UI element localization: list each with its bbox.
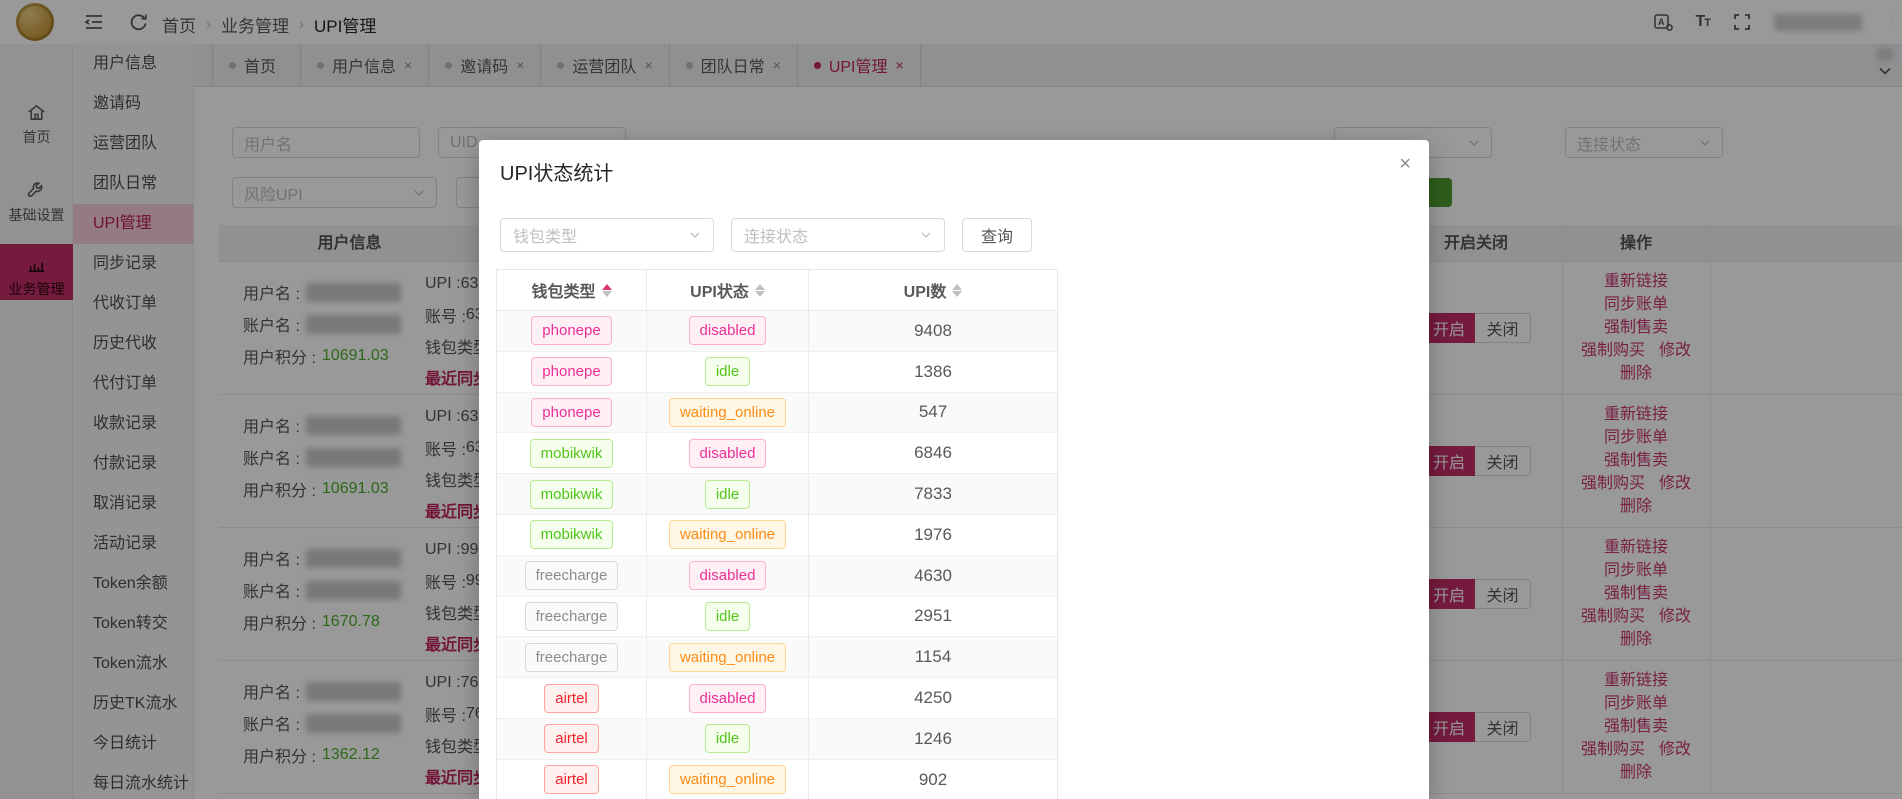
connection-status-placeholder: 连接状态	[744, 223, 808, 247]
stats-table-row: airtel idle 1246	[497, 719, 1057, 760]
wallet-badge: freecharge	[525, 602, 619, 631]
wallet-type-select[interactable]: 钱包类型	[500, 218, 714, 252]
status-badge: waiting_online	[669, 765, 786, 794]
app-root: 首页 › 业务管理 › UPI管理 A TT ⋮	[0, 0, 1902, 799]
header-upi-status[interactable]: UPI状态	[646, 270, 808, 310]
wallet-badge: mobikwik	[530, 520, 614, 549]
upi-status-modal: UPI状态统计 × 钱包类型 连接状态 查询 钱包类型 UPI状态 U	[479, 140, 1429, 799]
upi-count-value: 6846	[914, 443, 952, 463]
stats-table-header: 钱包类型 UPI状态 UPI数	[497, 270, 1057, 311]
wallet-badge: mobikwik	[530, 480, 614, 509]
stats-table-row: freecharge disabled 4630	[497, 556, 1057, 597]
upi-count-value: 4250	[914, 688, 952, 708]
stats-table: 钱包类型 UPI状态 UPI数 phonepe disabled 9408	[496, 269, 1058, 799]
upi-count-value: 4630	[914, 566, 952, 586]
upi-count-value: 1976	[914, 525, 952, 545]
upi-count-value: 547	[919, 402, 947, 422]
wallet-badge: airtel	[544, 765, 599, 794]
status-badge: idle	[705, 602, 750, 631]
status-badge: disabled	[689, 561, 767, 590]
upi-count-value: 902	[919, 770, 947, 790]
stats-table-row: mobikwik idle 7833	[497, 474, 1057, 515]
stats-table-row: mobikwik disabled 6846	[497, 433, 1057, 474]
status-badge: disabled	[689, 316, 767, 345]
status-badge: idle	[705, 480, 750, 509]
wallet-badge: phonepe	[531, 398, 611, 427]
stats-table-row: airtel waiting_online 902	[497, 760, 1057, 799]
wallet-badge: freecharge	[525, 561, 619, 590]
header-upi-count[interactable]: UPI数	[808, 270, 1057, 310]
sort-icon[interactable]	[755, 284, 765, 297]
upi-count-value: 2951	[914, 606, 952, 626]
wallet-badge: mobikwik	[530, 439, 614, 468]
stats-table-row: phonepe waiting_online 547	[497, 393, 1057, 434]
sort-icon[interactable]	[602, 284, 612, 297]
stats-table-row: phonepe disabled 9408	[497, 311, 1057, 352]
stats-table-row: freecharge waiting_online 1154	[497, 637, 1057, 678]
upi-count-value: 7833	[914, 484, 952, 504]
wallet-badge: freecharge	[525, 643, 619, 672]
upi-count-value: 1246	[914, 729, 952, 749]
wallet-badge: airtel	[544, 724, 599, 753]
status-badge: disabled	[689, 439, 767, 468]
wallet-badge: phonepe	[531, 316, 611, 345]
status-badge: idle	[705, 724, 750, 753]
sort-icon[interactable]	[952, 284, 962, 297]
modal-title: UPI状态统计	[500, 157, 613, 186]
status-badge: waiting_online	[669, 643, 786, 672]
upi-count-value: 1154	[915, 647, 952, 667]
stats-table-row: airtel disabled 4250	[497, 678, 1057, 719]
upi-count-value: 1386	[914, 362, 952, 382]
status-badge: disabled	[689, 684, 767, 713]
wallet-type-placeholder: 钱包类型	[513, 223, 577, 247]
wallet-badge: airtel	[544, 684, 599, 713]
chevron-down-icon	[920, 231, 932, 239]
status-badge: waiting_online	[669, 520, 786, 549]
connection-status-select[interactable]: 连接状态	[731, 218, 945, 252]
query-button[interactable]: 查询	[962, 218, 1032, 252]
chevron-down-icon	[689, 231, 701, 239]
stats-table-row: mobikwik waiting_online 1976	[497, 515, 1057, 556]
stats-table-row: phonepe idle 1386	[497, 352, 1057, 393]
status-badge: idle	[705, 357, 750, 386]
status-badge: waiting_online	[669, 398, 786, 427]
stats-table-row: freecharge idle 2951	[497, 597, 1057, 638]
upi-count-value: 9408	[914, 321, 952, 341]
wallet-badge: phonepe	[531, 357, 611, 386]
modal-close-icon[interactable]: ×	[1399, 154, 1411, 174]
header-wallet-type[interactable]: 钱包类型	[497, 270, 646, 310]
